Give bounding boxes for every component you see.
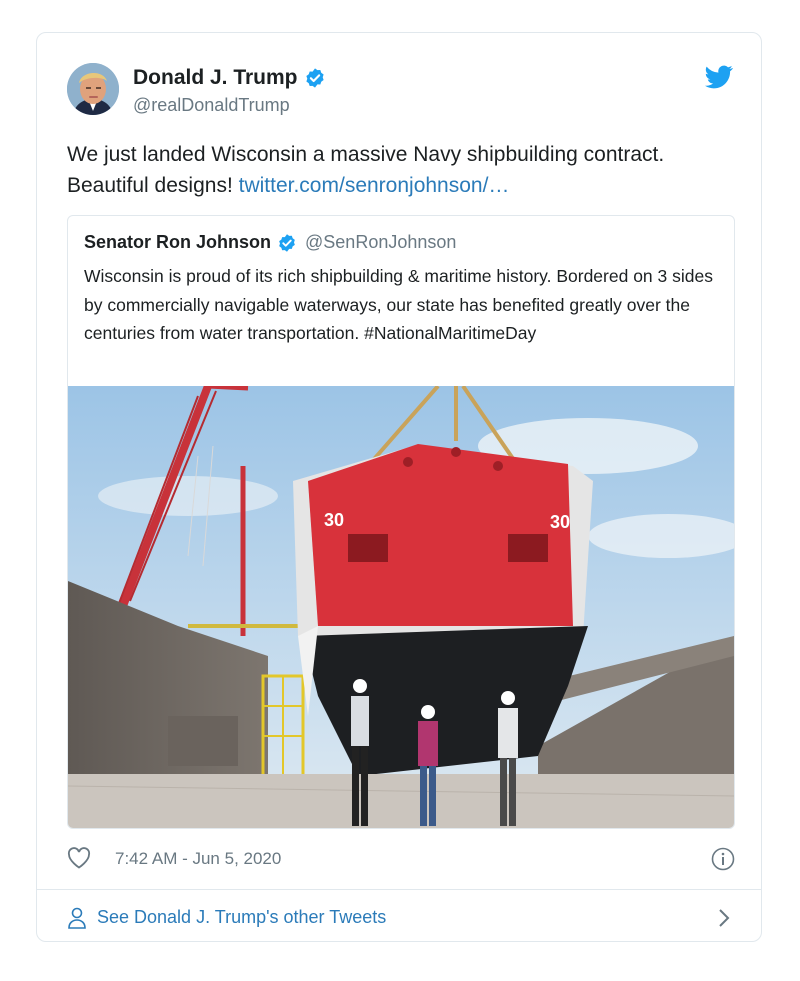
verified-badge-icon (305, 68, 324, 88)
chevron-right-icon (719, 909, 730, 927)
see-more-tweets-label[interactable]: See Donald J. Trump's other Tweets (97, 907, 386, 928)
see-more-tweets-link[interactable]: See Donald J. Trump's other Tweets (67, 903, 735, 933)
person-icon (68, 907, 86, 929)
card-divider (37, 889, 761, 890)
tweet-link[interactable]: twitter.com/senronjohnson/… (239, 174, 510, 197)
author-name[interactable]: Donald J. Trump (133, 66, 326, 90)
embedded-tweet-card: Donald J. Trump @realDonaldTrump We just… (36, 32, 762, 942)
hull-number-right: 30 (550, 512, 570, 532)
quoted-author-handle[interactable]: @SenRonJohnson (305, 232, 456, 253)
quoted-author-name[interactable]: Senator Ron Johnson (84, 232, 271, 253)
twitter-bird-icon[interactable] (705, 65, 733, 89)
tweet-timestamp[interactable]: 7:42 AM - Jun 5, 2020 (115, 849, 281, 869)
author-name-text[interactable]: Donald J. Trump (133, 66, 298, 90)
ship-in-drydock-photo[interactable]: 30 30 (68, 386, 734, 829)
quoted-tweet-header: Senator Ron Johnson @SenRonJohnson (84, 232, 456, 253)
heart-icon[interactable] (67, 847, 91, 869)
quoted-tweet-text: Wisconsin is proud of its rich shipbuild… (84, 266, 713, 343)
quoted-tweet[interactable]: Senator Ron Johnson @SenRonJohnson Wisco… (67, 215, 735, 829)
author-avatar[interactable] (67, 63, 119, 115)
tweet-meta: 7:42 AM - Jun 5, 2020 (67, 845, 735, 875)
verified-badge-icon (279, 233, 295, 252)
author-handle[interactable]: @realDonaldTrump (133, 95, 290, 116)
hull-number-left: 30 (324, 510, 344, 530)
info-icon[interactable] (711, 847, 735, 871)
tweet-text: We just landed Wisconsin a massive Navy … (67, 139, 747, 201)
